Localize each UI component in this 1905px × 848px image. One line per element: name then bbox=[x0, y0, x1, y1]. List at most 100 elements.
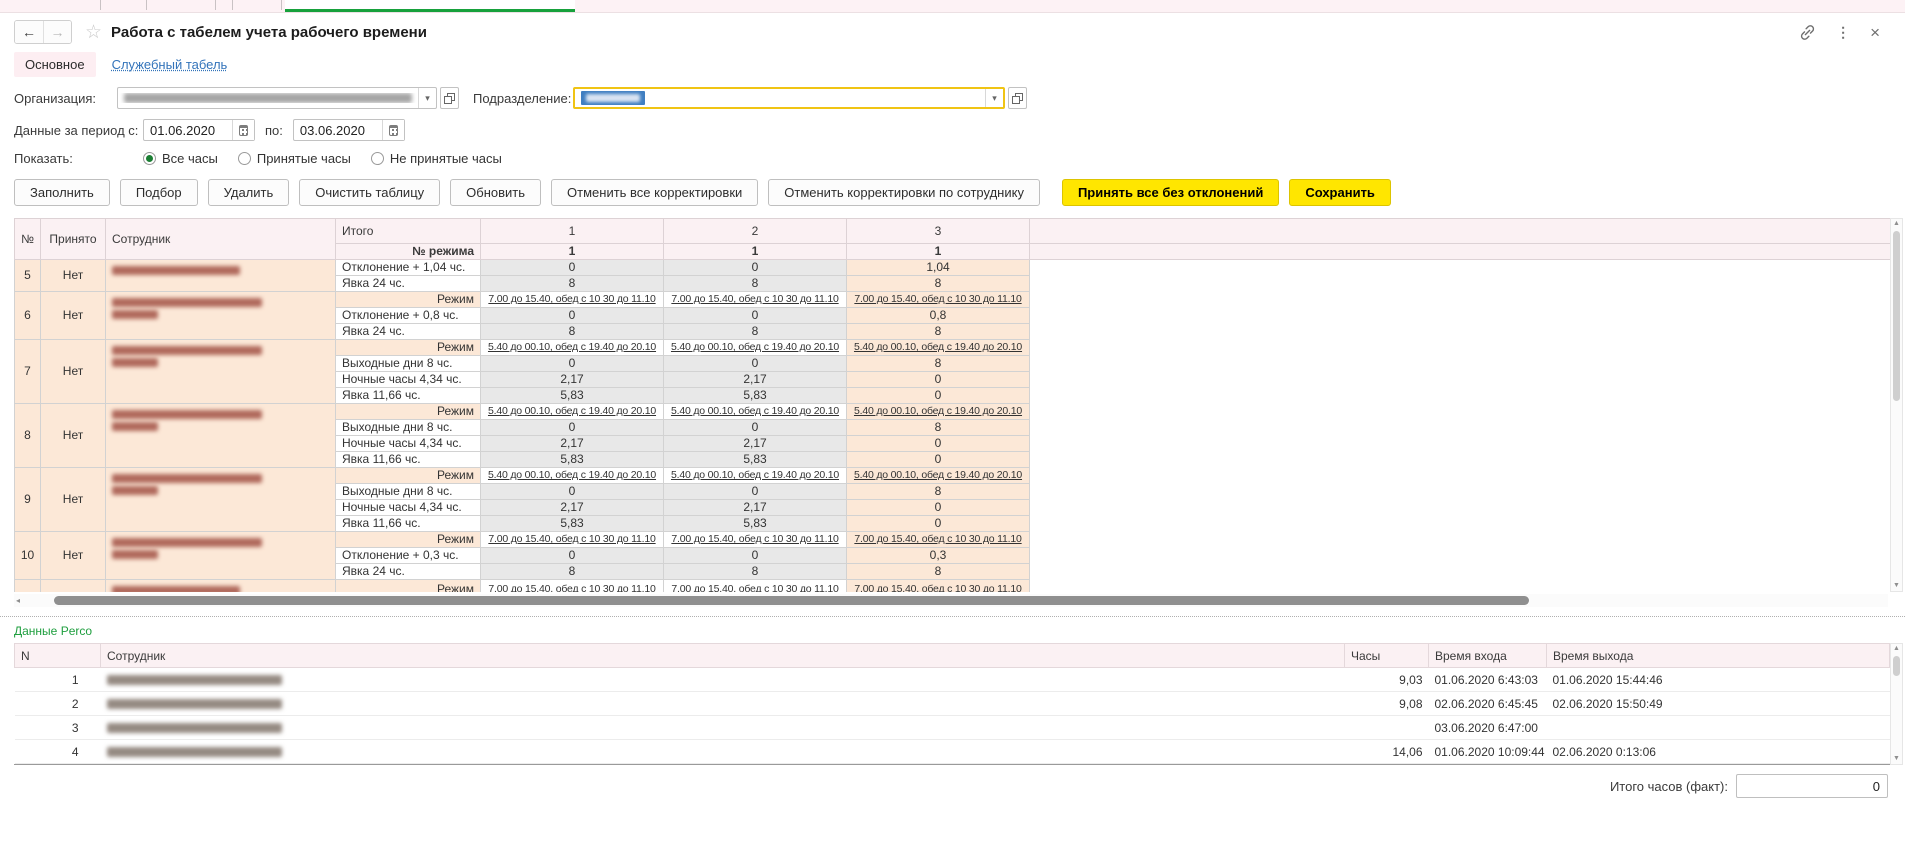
toolbar-button-4[interactable]: Обновить bbox=[450, 179, 541, 206]
value-cell[interactable]: 0 bbox=[481, 356, 664, 372]
value-cell[interactable]: 0 bbox=[481, 420, 664, 436]
period-to-input[interactable] bbox=[294, 123, 382, 138]
value-cell[interactable]: 0 bbox=[847, 452, 1030, 468]
perco-hours-cell[interactable]: 14,06 bbox=[1345, 740, 1429, 764]
metric-label-cell[interactable]: Выходные дни 8 чс. bbox=[336, 484, 481, 500]
value-cell[interactable]: 2,17 bbox=[664, 500, 847, 516]
metric-label-cell[interactable]: Явка 11,66 чс. bbox=[336, 516, 481, 532]
row-number-cell[interactable]: 7 bbox=[15, 340, 41, 404]
perco-vertical-scrollbar[interactable]: ▲ ▼ bbox=[1890, 643, 1903, 765]
value-cell[interactable]: 2,17 bbox=[481, 500, 664, 516]
value-cell[interactable]: 0 bbox=[664, 356, 847, 372]
scrollbar-thumb[interactable] bbox=[54, 596, 1529, 605]
accepted-cell[interactable]: Нет bbox=[41, 260, 106, 292]
value-cell[interactable]: 0 bbox=[481, 484, 664, 500]
accent-button-0[interactable]: Принять все без отклонений bbox=[1062, 179, 1279, 206]
metric-label-cell[interactable]: Явка 11,66 чс. bbox=[336, 388, 481, 404]
mode-value-cell[interactable]: 7.00 до 15.40, обед с 10 30 до 11.10 bbox=[481, 580, 664, 593]
perco-number-cell[interactable]: 4 bbox=[15, 740, 101, 764]
value-cell[interactable]: 8 bbox=[847, 564, 1030, 580]
close-icon[interactable]: × bbox=[1870, 24, 1880, 41]
value-cell[interactable]: 0 bbox=[664, 260, 847, 276]
browser-tab-strip[interactable] bbox=[0, 0, 1905, 13]
scroll-down-icon[interactable]: ▼ bbox=[1893, 754, 1900, 764]
perco-number-cell[interactable]: 1 bbox=[15, 668, 101, 692]
tab-service-timesheet[interactable]: Служебный табель bbox=[112, 52, 228, 77]
forward-button[interactable]: → bbox=[43, 21, 71, 43]
accepted-cell[interactable]: Нет bbox=[41, 468, 106, 532]
value-cell[interactable]: 0,3 bbox=[847, 548, 1030, 564]
perco-time-in-cell[interactable]: 02.06.2020 6:45:45 bbox=[1429, 692, 1547, 716]
timesheet-horizontal-scrollbar[interactable]: ◂ bbox=[14, 594, 1888, 607]
period-from-input[interactable] bbox=[144, 123, 232, 138]
value-cell[interactable]: 0 bbox=[664, 548, 847, 564]
metric-label-cell[interactable]: Ночные часы 4,34 чс. bbox=[336, 500, 481, 516]
mode-value-cell[interactable]: 7.00 до 15.40, обед с 10 30 до 11.10 bbox=[847, 580, 1030, 593]
mode-value-cell[interactable]: 7.00 до 15.40, обед с 10 30 до 11.10 bbox=[847, 532, 1030, 548]
perco-employee-cell[interactable] bbox=[101, 740, 1345, 764]
toolbar-button-3[interactable]: Очистить таблицу bbox=[299, 179, 440, 206]
row-number-cell[interactable]: 9 bbox=[15, 468, 41, 532]
mode-value-cell[interactable]: 7.00 до 15.40, обед с 10 30 до 11.10 bbox=[481, 532, 664, 548]
metric-label-cell[interactable]: Явка 24 чс. bbox=[336, 324, 481, 340]
timesheet-vertical-scrollbar[interactable]: ▲ ▼ bbox=[1890, 218, 1903, 592]
value-cell[interactable]: 2,17 bbox=[481, 436, 664, 452]
more-menu-icon[interactable]: ⋮ bbox=[1836, 25, 1850, 39]
metric-label-cell[interactable]: Явка 24 чс. bbox=[336, 276, 481, 292]
metric-label-cell[interactable]: Режим bbox=[336, 292, 481, 308]
value-cell[interactable]: 0 bbox=[847, 372, 1030, 388]
mode-value-cell[interactable]: 5.40 до 00.10, обед с 19.40 до 20.10 bbox=[664, 468, 847, 484]
total-hours-input[interactable] bbox=[1736, 774, 1888, 798]
department-open-button[interactable] bbox=[1008, 87, 1027, 109]
employee-cell[interactable] bbox=[106, 404, 336, 468]
mode-value-cell[interactable]: 7.00 до 15.40, обед с 10 30 до 11.10 bbox=[664, 580, 847, 593]
scrollbar-thumb[interactable] bbox=[1893, 231, 1900, 401]
value-cell[interactable]: 0 bbox=[481, 308, 664, 324]
toolbar-button-5[interactable]: Отменить все корректировки bbox=[551, 179, 758, 206]
perco-employee-cell[interactable] bbox=[101, 692, 1345, 716]
value-cell[interactable]: 8 bbox=[664, 324, 847, 340]
perco-row[interactable]: 3 03.06.2020 6:47:00 bbox=[15, 716, 1890, 740]
section-splitter[interactable] bbox=[0, 616, 1905, 617]
toolbar-button-1[interactable]: Подбор bbox=[120, 179, 198, 206]
value-cell[interactable]: 0 bbox=[664, 484, 847, 500]
perco-hours-cell[interactable]: 9,03 bbox=[1345, 668, 1429, 692]
calendar-icon[interactable] bbox=[232, 120, 254, 140]
scroll-up-icon[interactable]: ▲ bbox=[1893, 219, 1900, 229]
radio-option-0[interactable]: Все часы bbox=[143, 151, 218, 166]
accepted-cell[interactable]: Нет bbox=[41, 404, 106, 468]
value-cell[interactable]: 5,83 bbox=[664, 452, 847, 468]
mode-value-cell[interactable]: 7.00 до 15.40, обед с 10 30 до 11.10 bbox=[847, 292, 1030, 308]
value-cell[interactable]: 8 bbox=[481, 324, 664, 340]
value-cell[interactable]: 5,83 bbox=[664, 516, 847, 532]
metric-label-cell[interactable]: Режим bbox=[336, 580, 481, 593]
metric-label-cell[interactable]: Режим bbox=[336, 340, 481, 356]
link-icon[interactable] bbox=[1799, 24, 1816, 41]
value-cell[interactable]: 8 bbox=[664, 564, 847, 580]
perco-number-cell[interactable]: 3 bbox=[15, 716, 101, 740]
perco-row[interactable]: 19,0301.06.2020 6:43:0301.06.2020 15:44:… bbox=[15, 668, 1890, 692]
value-cell[interactable]: 8 bbox=[847, 324, 1030, 340]
mode-value-cell[interactable]: 5.40 до 00.10, обед с 19.40 до 20.10 bbox=[481, 404, 664, 420]
metric-label-cell[interactable]: Ночные часы 4,34 чс. bbox=[336, 436, 481, 452]
metric-label-cell[interactable]: Выходные дни 8 чс. bbox=[336, 420, 481, 436]
value-cell[interactable]: 8 bbox=[847, 276, 1030, 292]
mode-value-cell[interactable]: 7.00 до 15.40, обед с 10 30 до 11.10 bbox=[481, 292, 664, 308]
metric-label-cell[interactable]: Явка 24 чс. bbox=[336, 564, 481, 580]
perco-hours-cell[interactable] bbox=[1345, 716, 1429, 740]
employee-cell[interactable] bbox=[106, 340, 336, 404]
calendar-icon[interactable] bbox=[382, 120, 404, 140]
accepted-cell[interactable]: Нет bbox=[41, 340, 106, 404]
mode-value-cell[interactable]: 5.40 до 00.10, обед с 19.40 до 20.10 bbox=[664, 404, 847, 420]
value-cell[interactable]: 8 bbox=[847, 420, 1030, 436]
value-cell[interactable]: 0 bbox=[664, 308, 847, 324]
perco-time-in-cell[interactable]: 01.06.2020 6:43:03 bbox=[1429, 668, 1547, 692]
value-cell[interactable]: 5,83 bbox=[664, 388, 847, 404]
row-number-cell[interactable] bbox=[15, 580, 41, 593]
accepted-cell[interactable]: Нет bbox=[41, 292, 106, 340]
perco-time-in-cell[interactable]: 03.06.2020 6:47:00 bbox=[1429, 716, 1547, 740]
perco-hours-cell[interactable]: 9,08 bbox=[1345, 692, 1429, 716]
value-cell[interactable]: 0 bbox=[847, 516, 1030, 532]
department-combo[interactable]: ▾ bbox=[573, 87, 1005, 109]
employee-cell[interactable] bbox=[106, 468, 336, 532]
